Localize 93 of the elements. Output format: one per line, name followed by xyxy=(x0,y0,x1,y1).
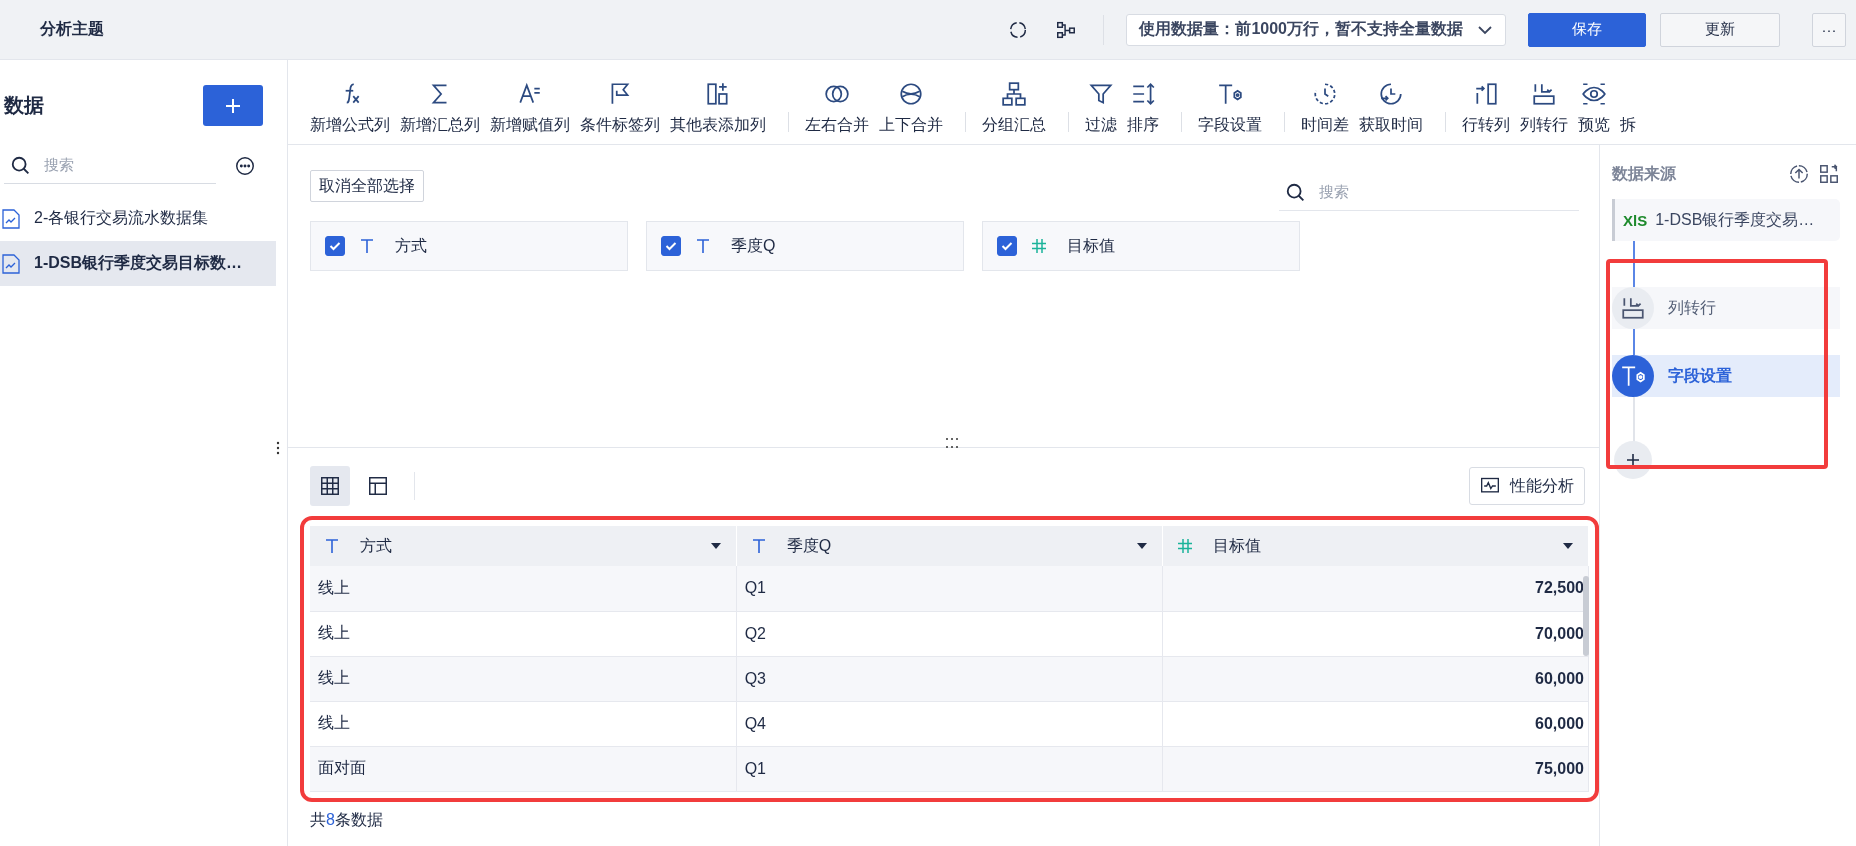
text-type-icon xyxy=(324,538,340,554)
clock-arrow-icon xyxy=(1378,81,1404,107)
toolbar-button[interactable]: 新增汇总列 xyxy=(398,81,482,136)
upload-icon xyxy=(1788,163,1810,185)
text-type-icon xyxy=(750,538,767,554)
sort-icon xyxy=(1130,81,1156,107)
table-cell: 线上 xyxy=(310,611,737,656)
toolbar-button[interactable]: 过滤 xyxy=(1083,81,1119,136)
view-toggle[interactable] xyxy=(310,466,350,506)
grid-icon xyxy=(319,475,341,497)
toolbar-button[interactable]: 新增公式列 xyxy=(308,81,392,136)
toolbar-button[interactable]: 行转列 xyxy=(1460,81,1512,136)
record-count: 共8条数据 xyxy=(310,809,384,830)
field-name: 季度Q xyxy=(731,235,776,256)
toolbar-button[interactable]: 获取时间 xyxy=(1357,81,1425,136)
text-gear-icon xyxy=(1217,81,1243,107)
plus-icon xyxy=(1626,453,1640,467)
toolbar-button[interactable]: 排序 xyxy=(1125,81,1161,136)
filter-icon xyxy=(1088,81,1114,107)
text-type-icon xyxy=(359,238,375,254)
toolbar-button[interactable]: 字段设置 xyxy=(1196,81,1264,136)
toolbar-button[interactable]: 时间差 xyxy=(1299,81,1351,136)
table-cell: Q3 xyxy=(736,656,1163,701)
dataset-item[interactable]: 1-DSB银行季度交易目标数… xyxy=(0,241,276,286)
flow-step[interactable]: 字段设置 xyxy=(1612,355,1840,397)
dataset-item[interactable]: 2-各银行交易流水数据集 xyxy=(0,196,276,241)
vertical-grip-icon xyxy=(276,441,280,455)
swap-icon xyxy=(1818,163,1840,185)
search-icon xyxy=(10,154,32,177)
number-type-icon xyxy=(1176,538,1193,554)
flow-step[interactable]: 列转行 xyxy=(1612,287,1840,329)
toolbar-button[interactable]: 左右合并 xyxy=(803,81,871,136)
table-cell: 60,000 xyxy=(1162,656,1589,701)
checkbox[interactable] xyxy=(661,236,681,256)
layout-icon xyxy=(367,475,389,497)
caret-icon xyxy=(1135,542,1148,550)
add-column-icon xyxy=(705,81,731,107)
split-circle-icon xyxy=(898,81,924,107)
toolbar-button[interactable]: 拆 xyxy=(1618,115,1638,136)
checkbox[interactable] xyxy=(325,236,345,256)
add-button[interactable] xyxy=(203,85,263,126)
more-button[interactable]: ··· xyxy=(1812,12,1846,47)
performance-analysis-button[interactable]: 性能分析 xyxy=(1469,467,1585,505)
plus-icon xyxy=(224,96,242,115)
eye-icon xyxy=(1581,81,1607,107)
row-to-column-icon xyxy=(1473,81,1499,107)
toolbar-button[interactable]: 上下合并 xyxy=(877,81,945,136)
table-cell: 面对面 xyxy=(310,746,737,791)
table-cell: Q1 xyxy=(736,746,1163,791)
more-icon xyxy=(234,155,256,177)
data-limit-dropdown[interactable]: 使用数据量：前1000万行，暂不支持全量数据 xyxy=(1126,13,1506,46)
toolbar-button[interactable]: 条件标签列 xyxy=(578,81,662,136)
field-name: 目标值 xyxy=(1067,235,1115,256)
chart-file-icon xyxy=(2,253,20,274)
table-cell: 72,500 xyxy=(1162,566,1589,611)
grip-icon xyxy=(943,437,960,449)
table-cell: 75,000 xyxy=(1162,746,1589,791)
clock-icon xyxy=(1312,81,1338,107)
table-cell: Q4 xyxy=(736,701,1163,746)
checkbox[interactable] xyxy=(997,236,1017,256)
number-type-icon xyxy=(1031,238,1047,254)
text-gear-icon xyxy=(1620,363,1646,389)
sidebar-title: 数据 xyxy=(4,93,44,118)
table-cell: 线上 xyxy=(310,701,737,746)
deselect-all-button[interactable]: 取消全部选择 xyxy=(310,170,424,202)
caret-icon xyxy=(709,542,722,550)
table-cell: Q1 xyxy=(736,566,1163,611)
column-header[interactable]: 季度Q xyxy=(736,526,1163,566)
panel-title: 数据来源 xyxy=(1612,163,1677,184)
search-icon xyxy=(1285,181,1307,204)
caret-icon xyxy=(1562,542,1574,550)
toolbar-button[interactable]: 其他表添加列 xyxy=(668,81,768,136)
column-header[interactable]: 目标值 xyxy=(1162,526,1589,566)
text-type-icon xyxy=(695,238,711,254)
column-to-row-icon xyxy=(1620,295,1646,321)
table-cell: 线上 xyxy=(310,656,737,701)
column-header[interactable]: 方式 xyxy=(310,526,737,566)
update-button[interactable]: 更新 xyxy=(1660,12,1780,47)
toolbar-button[interactable]: 预览 xyxy=(1576,81,1612,136)
chart-file-icon xyxy=(2,208,20,229)
table-cell: 线上 xyxy=(310,566,737,611)
data-source-card[interactable]: XlS 1-DSB银行季度交易… xyxy=(1612,199,1840,241)
page-title: 分析主题 xyxy=(40,19,105,39)
table-cell: 60,000 xyxy=(1162,701,1589,746)
toolbar-button[interactable]: 列转行 xyxy=(1518,81,1570,136)
toolbar-button[interactable]: 分组汇总 xyxy=(980,81,1048,136)
monitor-icon xyxy=(1480,476,1500,496)
field-name: 方式 xyxy=(395,235,427,256)
toolbar-button[interactable]: 新增赋值列 xyxy=(488,81,572,136)
column-to-row-icon xyxy=(1531,81,1557,107)
save-button[interactable]: 保存 xyxy=(1528,12,1646,47)
hierarchy-icon xyxy=(1001,81,1027,107)
table-cell: Q2 xyxy=(736,611,1163,656)
